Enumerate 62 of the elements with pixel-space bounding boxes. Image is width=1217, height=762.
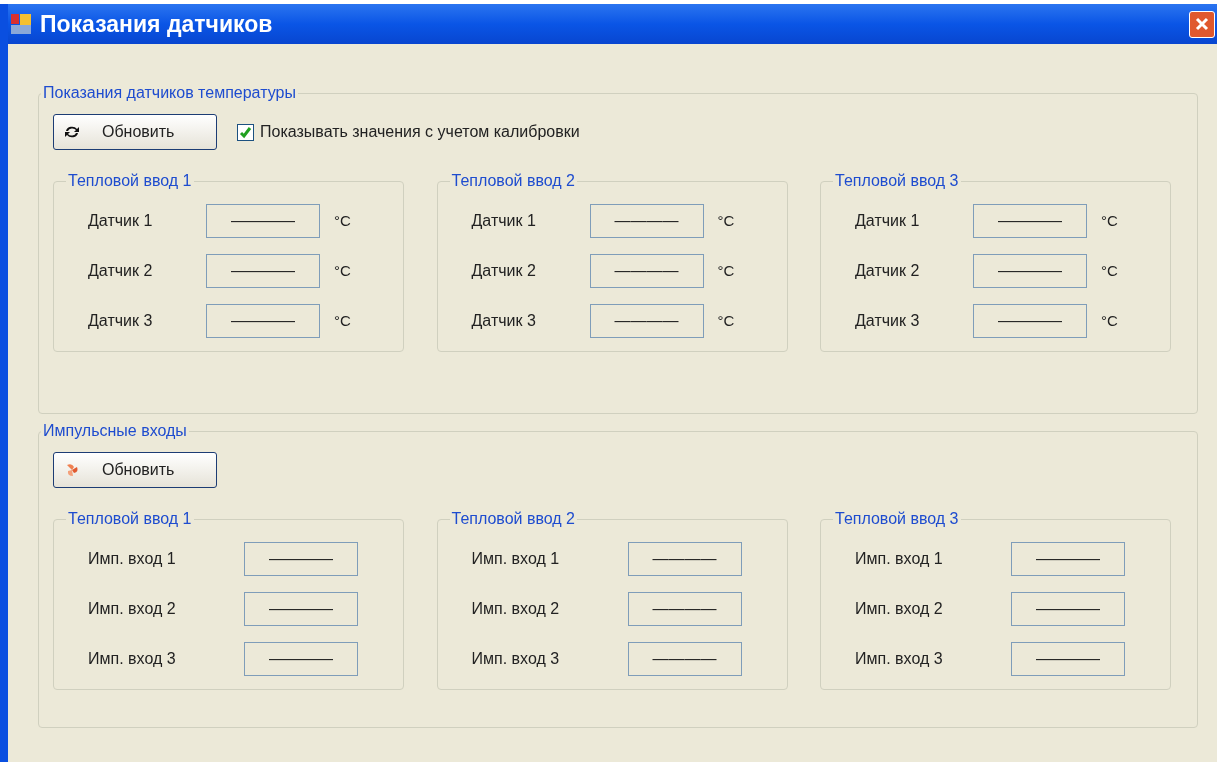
unit-label: °C — [334, 210, 351, 231]
app-icon — [10, 13, 32, 35]
value-field: ———— — [244, 542, 358, 576]
value-field: ———— — [589, 204, 704, 238]
value-field: ———— — [244, 642, 358, 676]
sensor-label: Датчик 2 — [471, 261, 537, 281]
sensor-label: Имп. вход 3 — [471, 649, 561, 669]
panel-title: Тепловой ввод 2 — [450, 172, 576, 190]
sensor-label: Датчик 1 — [88, 211, 154, 231]
value-field: ———— — [973, 304, 1087, 338]
unit-label: °C — [1101, 260, 1118, 281]
refresh-button[interactable]: Обновить — [53, 114, 217, 150]
unit-label: °C — [717, 260, 735, 281]
value-field: ———— — [206, 204, 320, 238]
sensor-label: Имп. вход 1 — [855, 549, 944, 569]
value-field: ———— — [206, 304, 320, 338]
sensor-label: Датчик 3 — [471, 311, 537, 331]
value-field: ———— — [244, 592, 358, 626]
panel-title: Тепловой ввод 3 — [834, 510, 960, 528]
window-title: Показания датчиков — [40, 9, 273, 39]
sensor-label: Датчик 2 — [88, 261, 154, 281]
sensor-label: Имп. вход 2 — [88, 599, 177, 619]
value-field: ———— — [589, 304, 704, 338]
group-title: Импульсные входы — [42, 422, 188, 440]
value-field: ———— — [973, 204, 1087, 238]
value-field: ———— — [627, 542, 742, 576]
unit-label: °C — [717, 310, 735, 331]
value-field: ———— — [627, 592, 742, 626]
value-field: ———— — [1011, 592, 1125, 626]
unit-label: °C — [1101, 310, 1118, 331]
sensor-label: Датчик 1 — [471, 211, 537, 231]
sensor-label: Датчик 1 — [855, 211, 921, 231]
refresh-icon — [64, 125, 80, 139]
close-icon — [1194, 16, 1210, 32]
unit-label: °C — [717, 210, 735, 231]
checkbox[interactable] — [237, 123, 254, 141]
value-field: ———— — [206, 254, 320, 288]
value-field: ———— — [589, 254, 704, 288]
refresh-button[interactable]: Обновить — [53, 452, 217, 488]
unit-label: °C — [1101, 210, 1118, 231]
panel-title: Тепловой ввод 3 — [834, 172, 960, 190]
value-field: ———— — [1011, 542, 1125, 576]
panel-title: Тепловой ввод 2 — [450, 510, 576, 528]
sensor-label: Имп. вход 2 — [471, 599, 561, 619]
sensor-label: Имп. вход 1 — [471, 549, 561, 569]
sensor-label: Датчик 3 — [88, 311, 154, 331]
sensor-label: Имп. вход 3 — [88, 649, 177, 669]
value-field: ———— — [627, 642, 742, 676]
sensor-label: Имп. вход 2 — [855, 599, 944, 619]
value-field: ———— — [973, 254, 1087, 288]
group-title: Показания датчиков температуры — [42, 84, 297, 102]
value-field: ———— — [1011, 642, 1125, 676]
unit-label: °C — [334, 260, 351, 281]
sensor-label: Датчик 2 — [855, 261, 921, 281]
close-button[interactable] — [1189, 10, 1215, 38]
checkbox-label: Показывать значения с учетом калибровки — [260, 122, 580, 142]
sensor-label: Имп. вход 1 — [88, 549, 177, 569]
sensor-label: Имп. вход 3 — [855, 649, 944, 669]
sensor-label: Датчик 3 — [855, 311, 921, 331]
unit-label: °C — [334, 310, 351, 331]
panel-title: Тепловой ввод 1 — [67, 510, 193, 528]
panel-title: Тепловой ввод 1 — [67, 172, 193, 190]
